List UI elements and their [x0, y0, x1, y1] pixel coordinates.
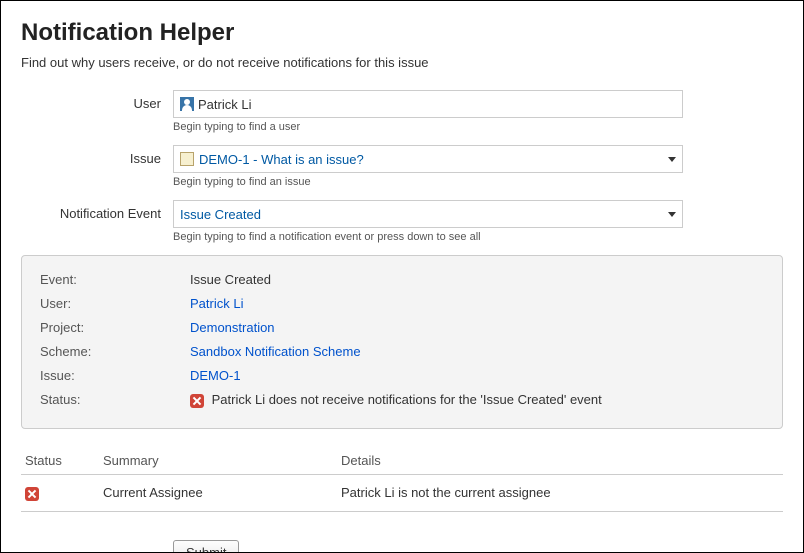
event-label: Notification Event [21, 200, 173, 221]
result-event: Issue Created [190, 270, 271, 290]
event-hint: Begin typing to find a notification even… [173, 231, 683, 243]
error-icon [190, 394, 204, 408]
result-label-project: Project: [40, 318, 190, 338]
result-label-status: Status: [40, 390, 190, 410]
cell-summary: Current Assignee [99, 475, 337, 512]
result-status-text: Patrick Li does not receive notification… [212, 392, 602, 407]
user-label: User [21, 90, 173, 111]
form-row-issue: Issue DEMO-1 - What is an issue? Begin t… [21, 145, 783, 188]
user-avatar-icon [180, 97, 194, 111]
issue-hint: Begin typing to find an issue [173, 176, 683, 188]
result-panel: Event: Issue Created User: Patrick Li Pr… [21, 255, 783, 429]
table-row: Current Assignee Patrick Li is not the c… [21, 475, 783, 512]
cell-details: Patrick Li is not the current assignee [337, 475, 783, 512]
result-user-link[interactable]: Patrick Li [190, 294, 243, 314]
result-label-event: Event: [40, 270, 190, 290]
th-status: Status [21, 447, 99, 475]
issue-select[interactable]: DEMO-1 - What is an issue? [173, 145, 683, 173]
form-row-event: Notification Event Issue Created Begin t… [21, 200, 783, 243]
th-summary: Summary [99, 447, 337, 475]
cell-status [21, 475, 99, 512]
result-label-issue: Issue: [40, 366, 190, 386]
result-status: Patrick Li does not receive notification… [190, 390, 602, 410]
page-description: Find out why users receive, or do not re… [21, 55, 783, 70]
th-details: Details [337, 447, 783, 475]
notification-helper-panel: Notification Helper Find out why users r… [0, 0, 804, 553]
user-hint: Begin typing to find a user [173, 121, 683, 133]
error-icon [25, 487, 39, 501]
result-issue-link[interactable]: DEMO-1 [190, 366, 241, 386]
submit-button[interactable]: Submit [173, 540, 239, 553]
issue-type-icon [180, 152, 194, 166]
event-select[interactable]: Issue Created [173, 200, 683, 228]
result-scheme-link[interactable]: Sandbox Notification Scheme [190, 342, 361, 362]
table-header-row: Status Summary Details [21, 447, 783, 475]
page-title: Notification Helper [21, 19, 783, 47]
event-value: Issue Created [180, 207, 261, 222]
issue-value: DEMO-1 - What is an issue? [199, 152, 364, 167]
chevron-down-icon [668, 212, 676, 217]
chevron-down-icon [668, 157, 676, 162]
form-row-user: User Patrick Li Begin typing to find a u… [21, 90, 783, 133]
results-table: Status Summary Details Current Assignee … [21, 447, 783, 512]
issue-label: Issue [21, 145, 173, 166]
user-value: Patrick Li [198, 97, 251, 112]
result-label-user: User: [40, 294, 190, 314]
result-label-scheme: Scheme: [40, 342, 190, 362]
user-input[interactable]: Patrick Li [173, 90, 683, 118]
result-project-link[interactable]: Demonstration [190, 318, 275, 338]
